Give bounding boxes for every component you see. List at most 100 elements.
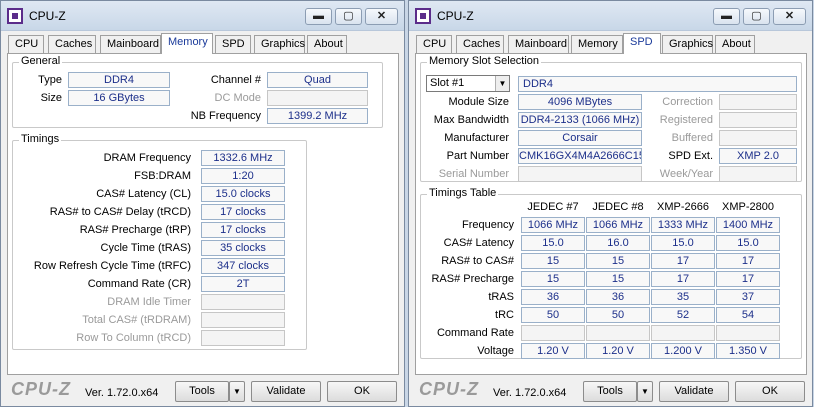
tools-button[interactable]: Tools: [583, 381, 637, 402]
type-value: DDR4: [68, 72, 170, 88]
table-cell: 17: [651, 271, 715, 287]
total-cas-value: [201, 312, 285, 328]
type-label: Type: [38, 74, 62, 86]
command-rate-row-label: Command Rate: [436, 327, 514, 339]
ras-precharge-row-label: RAS# Precharge: [431, 273, 514, 285]
table-cell: 16.0: [586, 235, 650, 251]
serial-number-label: Serial Number: [438, 168, 509, 180]
validate-button[interactable]: Validate: [251, 381, 321, 402]
tools-button[interactable]: Tools: [175, 381, 229, 402]
close-button[interactable]: ✕: [773, 8, 806, 25]
column-header: JEDEC #7: [527, 201, 579, 213]
window-title: CPU-Z: [29, 9, 66, 23]
dram-frequency-label: DRAM Frequency: [103, 152, 191, 164]
trfc-label: Row Refresh Cycle Time (tRFC): [33, 260, 191, 272]
tools-dropdown-button[interactable]: ▼: [637, 381, 653, 402]
memory-slot-group-label: Memory Slot Selection: [427, 55, 542, 67]
max-bandwidth-value: DDR4-2133 (1066 MHz): [518, 112, 642, 128]
tab-cpu[interactable]: CPU: [416, 35, 452, 53]
tools-dropdown-button[interactable]: ▼: [229, 381, 245, 402]
command-rate-value: 2T: [201, 276, 285, 292]
maximize-button[interactable]: ▢: [743, 8, 770, 25]
table-cell: 1.350 V: [716, 343, 780, 359]
part-number-label: Part Number: [446, 150, 509, 162]
tab-spd[interactable]: SPD: [215, 35, 251, 53]
table-cell: [521, 325, 585, 341]
tab-caches[interactable]: Caches: [456, 35, 504, 53]
ok-button[interactable]: OK: [735, 381, 805, 402]
title-bar[interactable]: CPU-Z ▬ ▢ ✕: [1, 1, 404, 31]
spd-panel: Memory Slot Selection Slot #1 ▼ DDR4 Mod…: [415, 53, 807, 375]
tab-about[interactable]: About: [715, 35, 755, 53]
maximize-button[interactable]: ▢: [335, 8, 362, 25]
tras-label: Cycle Time (tRAS): [100, 242, 191, 254]
table-cell: 37: [716, 289, 780, 305]
table-cell: 50: [586, 307, 650, 323]
memory-slot-group: Memory Slot Selection Slot #1 ▼ DDR4 Mod…: [420, 55, 802, 182]
table-cell: 54: [716, 307, 780, 323]
memory-panel: General Type DDR4 Size 16 GBytes Channel…: [7, 53, 399, 375]
table-cell: 1066 MHz: [521, 217, 585, 233]
window-title: CPU-Z: [437, 9, 474, 23]
trcd-value: 17 clocks: [201, 204, 285, 220]
timings-group-label: Timings: [19, 133, 62, 145]
module-size-label: Module Size: [448, 96, 509, 108]
chevron-down-icon: ▼: [495, 76, 509, 91]
timings-table-group: Timings Table JEDEC #7 JEDEC #8 XMP-2666…: [420, 187, 802, 359]
tab-mainboard[interactable]: Mainboard: [508, 35, 569, 53]
tab-mainboard[interactable]: Mainboard: [100, 35, 161, 53]
trc-row-label: tRC: [495, 309, 514, 321]
table-cell: 35: [651, 289, 715, 305]
cas-latency-label: CAS# Latency (CL): [96, 188, 191, 200]
column-header: XMP-2666: [657, 201, 709, 213]
table-cell: 1333 MHz: [651, 217, 715, 233]
cas-latency-value: 15.0 clocks: [201, 186, 285, 202]
command-rate-label: Command Rate (CR): [87, 278, 191, 290]
dcmode-label: DC Mode: [214, 92, 261, 104]
version-label: Ver. 1.72.0.x64: [493, 387, 567, 399]
close-button[interactable]: ✕: [365, 8, 398, 25]
table-cell: 1.20 V: [521, 343, 585, 359]
cas-latency-row-label: CAS# Latency: [443, 237, 514, 249]
minimize-button[interactable]: ▬: [713, 8, 740, 25]
general-group-label: General: [19, 55, 63, 67]
slot-select-value: Slot #1: [430, 77, 465, 89]
week-year-label: Week/Year: [659, 168, 713, 180]
cpuz-app-icon: [7, 8, 23, 24]
spd-ext-value: XMP 2.0: [719, 148, 797, 164]
tab-spd[interactable]: SPD: [623, 33, 661, 54]
spd-ext-label: SPD Ext.: [668, 150, 713, 162]
chevron-down-icon: ▼: [233, 387, 241, 396]
tab-about[interactable]: About: [307, 35, 347, 53]
tab-cpu[interactable]: CPU: [8, 35, 44, 53]
table-cell: 15: [586, 253, 650, 269]
tab-graphics[interactable]: Graphics: [662, 35, 713, 53]
table-cell: 1400 MHz: [716, 217, 780, 233]
table-cell: 17: [651, 253, 715, 269]
title-bar[interactable]: CPU-Z ▬ ▢ ✕: [409, 1, 812, 31]
cpuz-window-spd: CPU-Z ▬ ▢ ✕ CPU Caches Mainboard Memory …: [408, 0, 813, 407]
minimize-button[interactable]: ▬: [305, 8, 332, 25]
dram-frequency-value: 1332.6 MHz: [201, 150, 285, 166]
table-cell: 50: [521, 307, 585, 323]
table-cell: 15: [521, 253, 585, 269]
timings-table-group-label: Timings Table: [427, 187, 499, 199]
ok-button[interactable]: OK: [327, 381, 397, 402]
table-cell: [651, 325, 715, 341]
table-cell: 15: [521, 271, 585, 287]
manufacturer-label: Manufacturer: [444, 132, 509, 144]
table-cell: 15: [586, 271, 650, 287]
slot-select[interactable]: Slot #1 ▼: [426, 75, 510, 92]
validate-button[interactable]: Validate: [659, 381, 729, 402]
week-year-value: [719, 166, 797, 182]
fsb-dram-value: 1:20: [201, 168, 285, 184]
tab-caches[interactable]: Caches: [48, 35, 96, 53]
trp-value: 17 clocks: [201, 222, 285, 238]
registered-label: Registered: [659, 114, 713, 126]
tab-graphics[interactable]: Graphics: [254, 35, 305, 53]
tab-memory[interactable]: Memory: [571, 35, 623, 53]
size-value: 16 GBytes: [68, 90, 170, 106]
channel-value: Quad: [267, 72, 368, 88]
tras-row-label: tRAS: [488, 291, 514, 303]
tab-memory[interactable]: Memory: [161, 33, 213, 54]
